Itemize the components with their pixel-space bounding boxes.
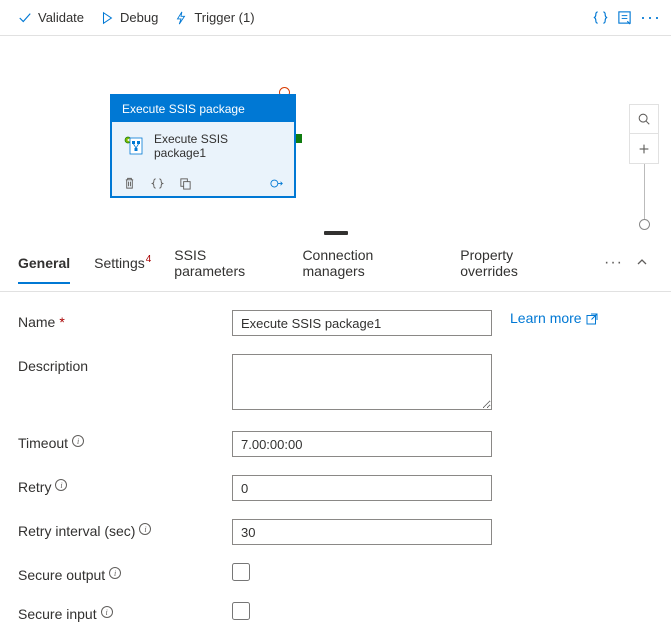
learn-more-link[interactable]: Learn more [510,310,598,326]
settings-badge: 4 [146,254,152,265]
delete-icon[interactable] [122,176,136,190]
more-icon[interactable]: ··· [640,7,661,28]
dataflow-icon[interactable] [270,176,284,190]
tab-property-overrides[interactable]: Property overrides [460,235,572,291]
secure-input-label: Secure input i [18,602,232,622]
info-icon[interactable]: i [55,479,67,491]
retry-input[interactable] [232,475,492,501]
code-icon[interactable] [150,176,164,190]
info-icon[interactable]: i [72,435,84,447]
collapse-panel-button[interactable] [631,251,653,276]
retry-label: Retry i [18,475,232,495]
success-handle-icon[interactable] [296,134,302,143]
external-link-icon [586,312,598,324]
name-input[interactable] [232,310,492,336]
info-icon[interactable]: i [139,523,151,535]
properties-tabs: General Settings4 SSIS parameters Connec… [0,235,671,292]
trigger-label: Trigger (1) [194,10,254,25]
tab-ssis-parameters[interactable]: SSIS parameters [174,235,278,291]
activity-card[interactable]: Execute SSIS package Execute SSIS packag… [110,94,296,198]
canvas-search-button[interactable] [629,104,659,134]
pipeline-canvas[interactable]: Execute SSIS package Execute SSIS packag… [0,36,671,231]
secure-input-checkbox[interactable] [232,602,250,620]
secure-output-checkbox[interactable] [232,563,250,581]
info-icon[interactable]: i [109,567,121,579]
tab-settings[interactable]: Settings4 [94,243,150,283]
lightning-icon [174,11,188,25]
validate-button[interactable]: Validate [10,6,92,29]
activity-header: Execute SSIS package [112,96,294,122]
braces-icon[interactable] [592,10,608,26]
zoom-handle-icon[interactable] [639,219,650,230]
activity-footer [112,170,294,196]
info-icon[interactable]: i [101,606,113,618]
canvas-side-tools [629,104,659,230]
trigger-button[interactable]: Trigger (1) [166,6,262,29]
name-label: Name * [18,310,232,330]
canvas-add-button[interactable] [629,134,659,164]
general-form: Name * Learn more Description Timeout i [0,292,671,639]
tab-connection-managers[interactable]: Connection managers [302,235,436,291]
debug-label: Debug [120,10,158,25]
timeout-input[interactable] [232,431,492,457]
description-label: Description [18,354,232,374]
check-icon [18,11,32,25]
play-icon [100,11,114,25]
debug-button[interactable]: Debug [92,6,166,29]
secure-output-label: Secure output i [18,563,232,583]
zoom-track[interactable] [644,164,645,220]
tabs-more-icon[interactable]: ··· [596,254,631,272]
retry-interval-input[interactable] [232,519,492,545]
activity-title: Execute SSIS package1 [154,132,282,160]
validate-label: Validate [38,10,84,25]
retry-interval-label: Retry interval (sec) i [18,519,232,539]
copy-icon[interactable] [178,176,192,190]
activity-body: Execute SSIS package1 [112,122,294,170]
description-input[interactable] [232,354,492,410]
timeout-label: Timeout i [18,431,232,451]
tab-general[interactable]: General [18,243,70,283]
top-toolbar: Validate Debug Trigger (1) ··· [0,0,671,36]
ssis-package-icon [124,136,144,156]
list-icon[interactable] [616,10,632,26]
